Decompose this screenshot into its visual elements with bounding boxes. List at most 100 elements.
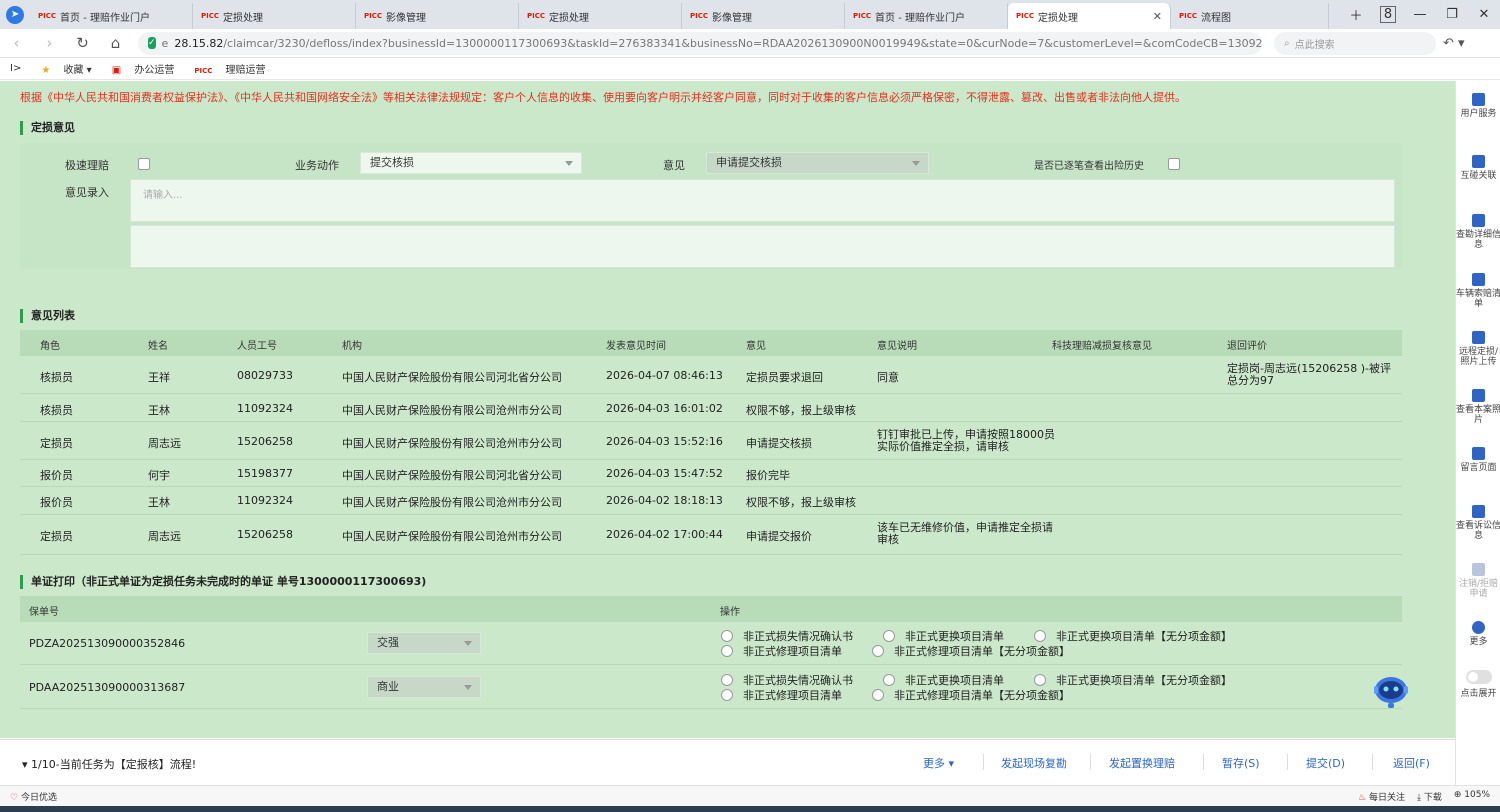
cell-org: 中国人民财产保险股份有限公司沧州市分公司 (342, 496, 562, 509)
opinion-input[interactable]: 请输入... (130, 179, 1395, 222)
divider (983, 754, 984, 770)
cell-role: 核损员 (40, 404, 73, 417)
sidebar-label: 查看本案照片 (1456, 405, 1500, 425)
opinion-input-extra[interactable] (130, 225, 1395, 268)
business-action-label: 业务动作 (295, 159, 339, 172)
fast-claim-checkbox[interactable] (138, 158, 150, 170)
table-row[interactable]: 定损员 周志远 15206258 中国人民财产保险股份有限公司沧州市分公司 20… (20, 516, 1402, 555)
radio-replace-list-noamount[interactable] (1034, 630, 1046, 642)
tab-label: 影像管理 (712, 12, 753, 24)
tab-defloss-2[interactable]: PICC 定损处理 (519, 3, 682, 29)
tab-defloss-1[interactable]: PICC 定损处理 (193, 3, 356, 29)
radio-replace-list[interactable] (883, 674, 895, 686)
table-row[interactable]: 核损员 王林 11092324 中国人民财产保险股份有限公司沧州市分公司 202… (20, 395, 1402, 422)
image-icon (1472, 389, 1485, 402)
table-row[interactable]: 报价员 何宇 15198377 中国人民财产保险股份有限公司河北省分公司 202… (20, 461, 1402, 487)
return-button[interactable]: 返回(F) (1393, 755, 1430, 771)
radio-loss-confirm[interactable] (721, 674, 733, 686)
sidebar-item-vehicle-claim-list[interactable]: 车辆索赔清单 (1456, 273, 1500, 309)
permissions-icon[interactable]: e (162, 37, 169, 50)
browser-logo-icon[interactable]: ➤ (0, 0, 30, 29)
forward-icon[interactable]: › (33, 34, 66, 52)
business-action-select[interactable]: 提交核损 (360, 152, 582, 174)
search-input[interactable]: ⌕ 点此搜索 (1274, 31, 1436, 55)
radio-repair-list-noamount[interactable] (872, 645, 884, 657)
zoom-icon: ⊕ (1453, 790, 1462, 800)
insurance-type-select[interactable]: 交强 (367, 632, 481, 654)
more-button[interactable]: 更多 ▾ (923, 755, 954, 771)
radio-loss-confirm[interactable] (721, 630, 733, 642)
undo-icon[interactable]: ↶ ▾ (1443, 36, 1465, 51)
sidebar-toggle-icon[interactable]: I> (10, 63, 21, 74)
radio-replace-list-noamount[interactable] (1034, 674, 1046, 686)
cell-name: 周志远 (148, 437, 181, 450)
radio-repair-list[interactable] (721, 645, 733, 657)
print-row: PDAA202513090000313687 商业 非正式损失情况确认书 非正式… (20, 666, 1402, 709)
opinion-select[interactable]: 申请提交核损 (706, 152, 929, 174)
fire-icon: ♨ (1358, 793, 1367, 803)
picc-icon: PICC (527, 12, 546, 20)
robot-assistant-icon[interactable] (1371, 670, 1411, 710)
option-label: 非正式修理项目清单【无分项金额】 (894, 689, 1070, 702)
cell-name: 王林 (148, 404, 170, 417)
sidebar-item-more[interactable]: 更多 (1456, 621, 1500, 647)
option-label: 非正式修理项目清单 (743, 645, 842, 658)
sidebar-item-case-photos[interactable]: 查看本案照片 (1456, 389, 1500, 425)
business-action-value: 提交核损 (370, 156, 414, 169)
sidebar-item-litigation[interactable]: 查看诉讼信息 (1456, 505, 1500, 541)
sidebar-item-message[interactable]: 留言页面 (1456, 447, 1500, 473)
right-tool-sidebar: 用户服务 互碰关联 查勘详细信息 车辆索赔清单 远程定损/照片上传 查看本案照片… (1455, 81, 1500, 785)
submit-button[interactable]: 提交(D) (1306, 755, 1345, 771)
cell-desc: 钉钉审批已上传，申请按照18000员实际价值推定全损，请审核 (877, 428, 1055, 453)
tab-image-2[interactable]: PICC 影像管理 (682, 3, 845, 29)
minimize-icon[interactable]: — (1404, 7, 1436, 22)
expand-toggle[interactable] (1466, 670, 1492, 684)
tab-label: 影像管理 (386, 12, 427, 24)
tab-home-portal-1[interactable]: PICC 首页 - 理赔作业门户 (30, 3, 193, 29)
tab-count-badge[interactable]: 8 (1372, 6, 1404, 23)
chevron-down-icon (565, 161, 573, 166)
cell-name: 何宇 (148, 469, 170, 482)
daily-focus[interactable]: ♨ 每日关注 (1358, 790, 1405, 803)
new-tab-icon[interactable]: ＋ (1340, 5, 1372, 24)
history-check-checkbox[interactable] (1168, 158, 1180, 170)
radio-replace-list[interactable] (883, 630, 895, 642)
radio-repair-list-noamount[interactable] (872, 689, 884, 701)
table-row[interactable]: 定损员 周志远 15206258 中国人民财产保险股份有限公司沧州市分公司 20… (20, 423, 1402, 460)
col-desc: 意见说明 (877, 341, 917, 352)
zoom-level[interactable]: ⊕ 105% (1454, 790, 1490, 803)
bookmark-office[interactable]: ▣ 办公运营 (102, 61, 175, 76)
current-task[interactable]: ▾ 1/10-当前任务为【定报核】流程! (22, 756, 196, 772)
replacement-claim-button[interactable]: 发起置换理赔 (1109, 755, 1175, 771)
sidebar-item-survey-detail[interactable]: 查勘详细信息 (1456, 214, 1500, 250)
sidebar-item-remote-loss[interactable]: 远程定损/照片上传 (1456, 331, 1500, 367)
home-icon[interactable]: ⌂ (99, 34, 132, 52)
tab-image-1[interactable]: PICC 影像管理 (356, 3, 519, 29)
caret-down-icon: ▾ (948, 757, 955, 770)
cell-org: 中国人民财产保险股份有限公司河北省分公司 (342, 371, 562, 384)
status-daily-picks[interactable]: ♡ 今日优选 (10, 790, 57, 803)
maximize-icon[interactable]: ❐ (1436, 7, 1468, 22)
save-draft-button[interactable]: 暂存(S) (1222, 755, 1260, 771)
onsite-recheck-button[interactable]: 发起现场复勘 (1001, 755, 1067, 771)
picc-icon: PICC (194, 67, 213, 75)
radio-repair-list[interactable] (721, 689, 733, 701)
sidebar-item-user-service[interactable]: 用户服务 (1456, 93, 1500, 119)
table-row[interactable]: 报价员 王林 11092324 中国人民财产保险股份有限公司沧州市分公司 202… (20, 488, 1402, 515)
sidebar-item-collision-link[interactable]: 互碰关联 (1456, 155, 1500, 181)
window-close-icon[interactable]: ✕ (1468, 7, 1500, 22)
bookmark-claims[interactable]: PICC 理赔运营 (184, 61, 265, 76)
tab-flowchart[interactable]: PICC 流程图 (1171, 3, 1329, 29)
back-icon[interactable]: ‹ (0, 34, 33, 52)
url-input[interactable]: ✓ e 28.15.82/claimcar/3230/defloss/index… (138, 31, 1262, 55)
tab-home-portal-2[interactable]: PICC 首页 - 理赔作业门户 (845, 3, 1008, 29)
close-tab-icon[interactable]: ✕ (1153, 10, 1162, 23)
bookmark-favorites[interactable]: ★ 收藏 ▾ (31, 61, 91, 76)
download-button[interactable]: ⤓ 下载 (1417, 790, 1442, 803)
tab-defloss-active[interactable]: PICC 定损处理 ✕ (1008, 3, 1171, 29)
insurance-type-select[interactable]: 商业 (367, 676, 481, 698)
reload-icon[interactable]: ↻ (66, 34, 99, 52)
cell-name: 周志远 (148, 530, 181, 543)
col-time: 发表意见时间 (606, 341, 666, 352)
table-row[interactable]: 核损员 王祥 08029733 中国人民财产保险股份有限公司河北省分公司 202… (20, 357, 1402, 394)
